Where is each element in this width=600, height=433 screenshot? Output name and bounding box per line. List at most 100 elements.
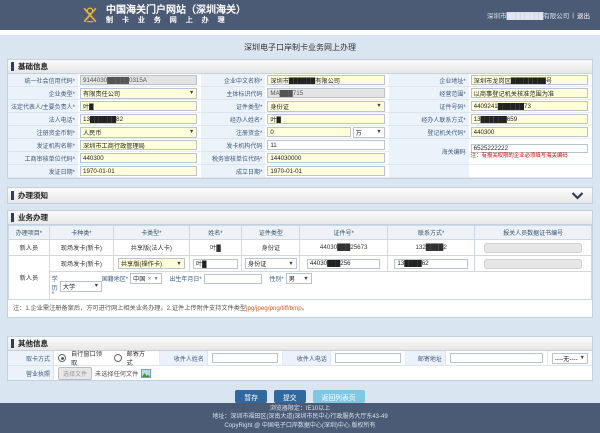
tax-audit-code-label: 税务审核单位代码* (201, 152, 265, 165)
save-draft-button[interactable]: 暂存 (235, 390, 267, 403)
logged-in-company: 深圳市████████有限公司 (487, 10, 569, 20)
company-type-label: 企业类型* (8, 87, 78, 100)
mail-address-label: 邮寄地址 (406, 351, 446, 365)
chevron-down-icon: ▼ (189, 90, 194, 96)
choose-file-button[interactable]: 选择文件 (58, 367, 92, 380)
company-address-input[interactable] (471, 75, 588, 85)
row2-card-type-select[interactable]: 共享版(操作卡)▼ (118, 258, 185, 269)
customs-code-input[interactable] (471, 144, 588, 153)
row2-id-no-input[interactable] (307, 259, 381, 269)
recipient-phone-input[interactable] (335, 353, 401, 363)
chevron-down-icon: ▼ (288, 261, 293, 267)
id-number-input[interactable] (471, 101, 588, 111)
business-license-label: 营业执照 (8, 366, 54, 380)
id-type-label: 证件类型* (201, 100, 265, 113)
birthdate-input[interactable] (204, 274, 262, 284)
recipient-name-input[interactable] (212, 353, 278, 363)
business-section: 业务办理 办理项目* 卡种类* 卡类型* 姓名* 证件类型 证件号* 联系方式*… (7, 210, 593, 318)
card-org-code-input[interactable] (267, 140, 384, 150)
section-accent-bar (11, 191, 14, 200)
capital-unit-select[interactable]: 万▼ (353, 127, 385, 138)
page-title: 深圳电子口岸制卡业务网上办理 (7, 37, 593, 59)
chevron-down-icon: ▼ (176, 261, 181, 267)
chevron-down-icon: ▼ (94, 283, 99, 289)
issue-org-input[interactable] (80, 140, 197, 150)
credit-code-input[interactable] (80, 75, 197, 85)
issue-date-input[interactable] (80, 166, 197, 176)
license-row: 营业执照 选择文件 未选择任何文件 (8, 366, 592, 380)
file-status-text: 未选择任何文件 (95, 369, 138, 378)
agent-name-input[interactable] (267, 114, 384, 124)
back-to-list-button[interactable]: 返回列表页 (313, 390, 365, 403)
col-project: 办理项目* (9, 226, 50, 240)
col-contact: 联系方式* (387, 226, 474, 240)
gs-audit-code-input[interactable] (80, 153, 197, 163)
pickup-mail-label: 邮寄方式 (127, 349, 149, 367)
chevron-down-icon[interactable]: ▼ (154, 276, 159, 282)
notice-expand-chevron-icon[interactable] (571, 192, 584, 200)
pickup-window-radio[interactable] (58, 354, 66, 362)
footer-address-line: 地址：深圳市福田区(深南大道)深圳市民中心行政服务大厅东43-49 (212, 414, 387, 421)
subject-code-input[interactable] (267, 88, 384, 98)
chevron-down-icon: ▼ (580, 355, 585, 361)
row1-card-type: 共享版(法人卡) (113, 240, 189, 256)
company-name-label: 企业中文名称* (201, 74, 265, 87)
basic-info-header: 基础信息 (8, 60, 592, 74)
recipient-name-label: 收件人姓名 (160, 351, 208, 365)
header-divider: | (572, 12, 574, 19)
submit-button[interactable]: 提交 (274, 390, 306, 403)
tax-audit-code-input[interactable] (267, 153, 384, 163)
business-scope-label: 经营范围* (389, 87, 469, 100)
customs-emblem-icon (80, 5, 100, 25)
company-type-select[interactable]: 有限责任公司▼ (80, 88, 197, 99)
basic-info-grid: 统一社会信用代码* 企业中文名称* 企业地址* 企业类型* 有限责任公司▼ 主体… (8, 74, 592, 178)
establish-date-input[interactable] (267, 166, 384, 176)
legal-person-input[interactable] (80, 101, 197, 111)
capital-currency-select[interactable]: 人民币▼ (80, 127, 197, 138)
education-select[interactable]: 大学▼ (60, 281, 102, 292)
id-type-select[interactable]: 身份证▼ (267, 101, 384, 112)
row2-name-input[interactable] (193, 259, 238, 269)
col-id-no: 证件号* (300, 226, 387, 240)
row1-contact: 132████2 (387, 240, 474, 256)
row1-cert-no-input (484, 243, 582, 253)
logout-link[interactable]: 退出 (577, 10, 590, 20)
pickup-row: 取卡方式 自行窗口领取 邮寄方式 收件人姓名 收件人电话 邮寄地址 ----无-… (8, 351, 592, 366)
business-table: 办理项目* 卡种类* 卡类型* 姓名* 证件类型 证件号* 联系方式* 报关人员… (8, 225, 592, 300)
issue-date-label: 发证日期* (8, 165, 78, 178)
education-label: 学历* (52, 274, 58, 298)
clear-icon[interactable]: ✕ (147, 276, 151, 282)
notice-section: 办理须知 (7, 187, 593, 204)
gender-select[interactable]: 男▼ (286, 273, 312, 284)
row2-cert-no-input (484, 259, 582, 269)
agent-contact-input[interactable] (471, 114, 588, 124)
customs-code-label: 海关编码 (389, 139, 469, 165)
reg-org-code-input[interactable] (471, 127, 588, 137)
establish-date-label: 成立日期* (201, 165, 265, 178)
company-name-input[interactable] (267, 75, 384, 85)
row2-contact-input[interactable] (394, 259, 468, 269)
row1-card-kind: 现场发卡(新卡) (49, 240, 113, 256)
col-card-kind: 卡种类* (49, 226, 113, 240)
legal-phone-input[interactable] (80, 114, 197, 124)
row1-id-type: 身份证 (242, 240, 300, 256)
mail-address-input[interactable] (450, 353, 543, 363)
col-cert-no: 报关人员数据证书编号 (475, 226, 592, 240)
nation-combobox[interactable]: 中国 ✕ ▼ (130, 273, 162, 284)
business-scope-input[interactable] (471, 88, 588, 98)
main-content: 深圳电子口岸制卡业务网上办理 基础信息 统一社会信用代码* 企业中文名称* 企业… (0, 35, 600, 403)
business-note: 注：1.企业需注册备案后，方可进行网上相关业务办理。2.证件上传附件支持文件类型… (8, 300, 592, 317)
legal-phone-label: 法人电话* (8, 113, 78, 126)
table-subrow: 学历* 大学▼ 国籍地区* 中国 ✕ ▼ 出生年月日* (9, 272, 592, 300)
site-subtitle: 制 卡 业 务 网 上 办 理 (106, 17, 246, 25)
capital-input[interactable] (267, 127, 350, 137)
row2-id-type-select[interactable]: 身份证▼ (245, 258, 297, 269)
subject-code-label: 主体标识代码 (201, 87, 265, 100)
table-row: 新人员 现场发卡(新卡) 共享版(法人卡) 叶█ 身份证 44030███256… (9, 240, 592, 256)
credit-code-label: 统一社会信用代码* (8, 74, 78, 87)
basic-info-section: 基础信息 统一社会信用代码* 企业中文名称* 企业地址* 企业类型* 有限责任公… (7, 59, 593, 179)
pickup-mail-radio[interactable] (114, 354, 122, 362)
address-select[interactable]: ----无----▼ (552, 353, 588, 364)
image-preview-icon[interactable] (141, 369, 151, 378)
business-table-header-row: 办理项目* 卡种类* 卡类型* 姓名* 证件类型 证件号* 联系方式* 报关人员… (9, 226, 592, 240)
